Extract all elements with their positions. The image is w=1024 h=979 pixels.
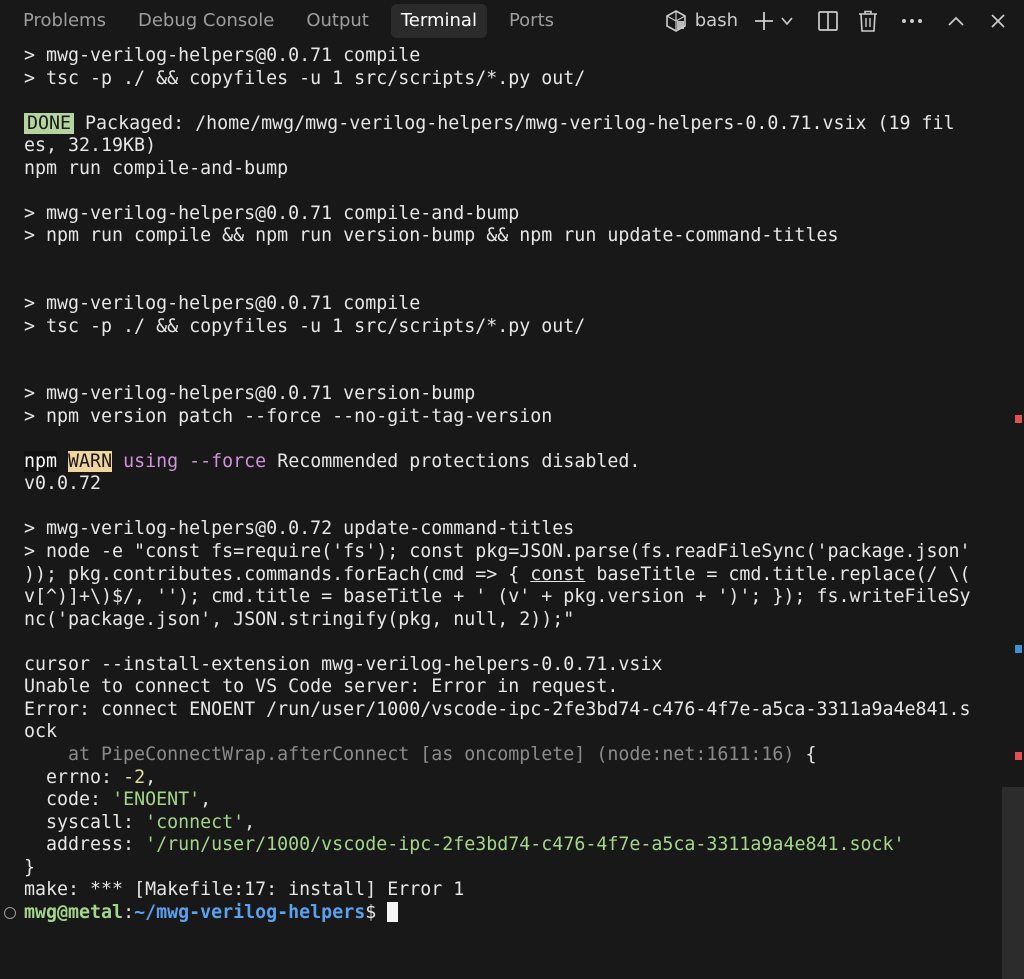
terminal-line: Unable to connect to VS Code server: Err… [24,676,619,698]
terminal-line: ock [24,721,58,743]
split-terminal-icon [817,10,839,32]
terminal-line: es, 32.19KB) [24,135,157,157]
terminal-text: syscall: [24,811,146,833]
stack-trace-text: at PipeConnectWrap.afterConnect [as onco… [24,743,795,765]
npm-label: npm [24,450,58,472]
terminal-text: , [145,766,157,788]
overview-marker-info [1015,645,1022,653]
terminal-line: npm run compile-and-bump [24,157,289,179]
terminal-text: using --force [123,450,267,472]
tab-ports[interactable]: Ports [499,4,564,38]
terminal-line: } [24,856,36,878]
terminal-line: npm WARN using --force Recommended prote… [0,450,1000,474]
trash-icon [858,10,878,32]
more-icon [901,18,923,24]
terminal-line: v0.0.72 [24,473,102,495]
terminal-line: errno: -2, [0,767,1000,790]
terminal-line: cursor --install-extension mwg-verilog-h… [24,653,663,675]
split-terminal-button[interactable] [810,4,846,38]
terminal-text: , [200,789,212,811]
terminal-text: { [794,743,817,765]
close-icon [990,13,1006,29]
terminal-text: errno: [24,766,124,788]
terminal-line: > node -e "const fs=require('fs'); const… [24,541,971,563]
terminal-line: code: 'ENOENT', [0,789,1000,812]
overview-marker-error [1015,752,1022,760]
terminal-line: )); pkg.contributes.commands.forEach(cmd… [0,564,1000,587]
scrollbar-thumb[interactable] [1002,787,1024,979]
terminal-text: code: [24,789,113,811]
done-badge: DONE [24,112,75,134]
terminal-line: > tsc -p ./ && copyfiles -u 1 src/script… [24,315,586,337]
terminal-string: 'connect' [145,811,245,833]
terminal-line: > mwg-verilog-helpers@0.0.71 version-bum… [24,383,476,405]
prompt-dollar: $ [365,901,388,923]
terminal-string: '/run/user/1000/vscode-ipc-2fe3bd74-c476… [145,834,905,856]
terminal-shell-selector[interactable]: bash [665,9,738,33]
tab-output[interactable]: Output [296,4,379,38]
prompt-path: ~/mwg-verilog-helpers [134,901,366,923]
terminal-actions: bash [665,0,1024,41]
kill-terminal-button[interactable] [850,4,886,38]
terminal-string: 'ENOENT' [112,789,201,811]
terminal-line: > npm run compile && npm run version-bum… [24,225,839,247]
terminal-shell-label: bash [694,10,738,31]
terminal-text: const [530,563,586,585]
terminal-text: Recommended protections disabled. [277,450,641,472]
more-actions-button[interactable] [894,4,930,38]
terminal-line: make: *** [Makefile:17: install] Error 1 [24,879,465,901]
terminal-bash-icon [665,9,687,33]
terminal-prompt-line[interactable]: mwg@metal:~/mwg-verilog-helpers$ [0,901,1000,925]
terminal-output[interactable]: > mwg-verilog-helpers@0.0.71 compile > t… [0,45,1000,949]
terminal-number: -2 [123,766,146,788]
close-panel-button[interactable] [980,4,1016,38]
terminal-line: Error: connect ENOENT /run/user/1000/vsc… [24,698,971,720]
command-decoration-icon[interactable] [4,906,16,919]
tab-problems[interactable]: Problems [13,4,116,38]
terminal-text: address: [24,834,146,856]
terminal-line: DONE Packaged: /home/mwg/mwg-verilog-hel… [0,112,1000,136]
chevron-up-icon [947,15,965,27]
terminal-line: > tsc -p ./ && copyfiles -u 1 src/script… [24,67,586,89]
terminal-scrollbar[interactable] [1000,45,1024,979]
terminal-line: v[^)]+\)$/, ''); cmd.title = baseTitle +… [24,586,971,608]
terminal-line: > mwg-verilog-helpers@0.0.72 update-comm… [24,518,575,540]
warn-badge: WARN [68,450,113,472]
add-icon [753,10,775,32]
terminal-launch-profile-button[interactable] [778,4,796,38]
terminal-line: address: '/run/user/1000/vscode-ipc-2fe3… [0,834,1000,857]
terminal-line: > mwg-verilog-helpers@0.0.71 compile [24,293,421,315]
terminal-line: > mwg-verilog-helpers@0.0.71 compile-and… [24,202,520,224]
tab-terminal[interactable]: Terminal [390,3,487,38]
terminal-line: nc('package.json', JSON.stringify(pkg, n… [24,608,575,630]
terminal-text: baseTitle = cmd.title.replace(/ \( [585,563,971,585]
overview-marker-error [1015,415,1022,423]
terminal-line: > mwg-verilog-helpers@0.0.71 compile [24,45,421,66]
tab-debug-console[interactable]: Debug Console [128,4,284,38]
maximize-panel-button[interactable] [938,4,974,38]
terminal-text: )); pkg.contributes.commands.forEach(cmd… [24,563,531,585]
terminal-text: Packaged: /home/mwg/mwg-verilog-helpers/… [85,112,955,134]
chevron-down-icon [780,14,794,28]
terminal-line: at PipeConnectWrap.afterConnect [as onco… [0,744,1000,767]
terminal-text: , [244,811,256,833]
new-terminal-button[interactable] [752,4,776,38]
terminal-line: > npm version patch --force --no-git-tag… [24,405,553,427]
terminal-cursor [387,901,399,922]
prompt-user: mwg@metal [24,901,124,923]
prompt-separator: : [123,901,135,923]
terminal-line: syscall: 'connect', [0,812,1000,835]
panel-header: Problems Debug Console Output Terminal P… [0,0,1024,41]
